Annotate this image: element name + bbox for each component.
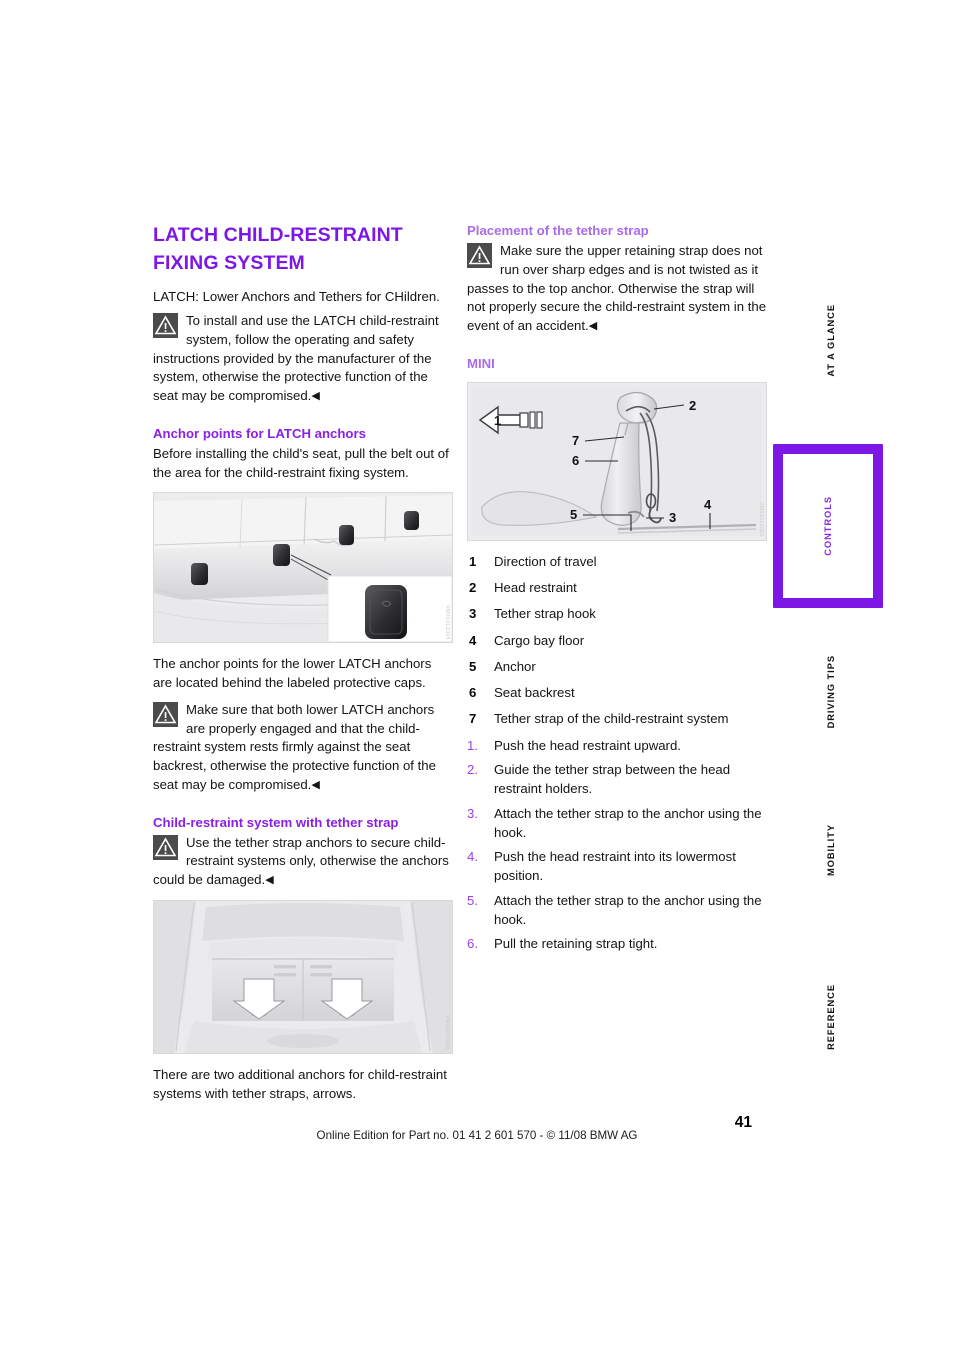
figure-mini-tether-strap: 1 2 7 6 5 3 4 VM01012005 <box>467 381 767 541</box>
figure-rear-seat-anchors: VM01012005 <box>153 492 453 644</box>
heading-tether-strap-system: Child-restraint system with tether strap <box>153 814 399 830</box>
legend-number: 5 <box>469 658 477 674</box>
figure-legend-list: 1 Direction of travel 2 Head restraint 3 Te… <box>467 553 767 729</box>
figure-credit: VM01012005 <box>444 604 450 640</box>
nav-tab-label: MOBILITY <box>826 823 836 876</box>
warning-install-latch-text: To install and use the LATCH child-restr… <box>153 313 439 404</box>
step-text: Attach the tether strap to the anchor us… <box>494 805 762 840</box>
page-number: 41 <box>734 1114 752 1131</box>
nav-tab-label: AT A GLANCE <box>826 303 836 377</box>
nav-tab-label: CONTROLS <box>823 496 833 556</box>
list-item: 1. Push the head restraint upward. <box>467 737 767 756</box>
legend-label: Seat backrest <box>494 685 575 701</box>
legend-label: Head restraint <box>494 580 577 596</box>
heading-anchor-points: Anchor points for LATCH anchors <box>153 425 366 441</box>
step-number: 4. <box>467 849 478 865</box>
list-item: 3. Attach the tether strap to the anchor … <box>467 805 767 842</box>
step-text: Push the head restraint upward. <box>494 737 681 753</box>
heading-placement-tether-strap: Placement of the tether strap <box>467 223 649 238</box>
figure-credit: VM01012005 <box>758 502 764 537</box>
legend-label: Anchor <box>494 658 536 674</box>
warning-upper-retaining-strap-text: Make sure the upper retaining strap does… <box>467 243 767 334</box>
step-text: Attach the tether strap to the anchor us… <box>494 892 762 927</box>
figure-credit: VM01012005 <box>444 1015 450 1050</box>
svg-text:5: 5 <box>570 507 577 522</box>
footer-edition-text: Online Edition for Part no. 01 41 2 601 … <box>316 1129 638 1142</box>
legend-number: 3 <box>469 606 477 622</box>
legend-number: 2 <box>469 580 477 596</box>
step-text: Guide the tether strap between the head … <box>494 762 731 797</box>
list-item: 6. Pull the retaining strap tight. <box>467 935 767 954</box>
intro-paragraph: LATCH: Lower Anchors and Tethers for CHi… <box>153 289 440 305</box>
legend-number: 6 <box>469 685 477 701</box>
svg-text:1: 1 <box>494 413 501 428</box>
anchor-points-caption: The anchor points for the lower LATCH an… <box>153 656 432 691</box>
step-number: 6. <box>467 936 478 952</box>
left-column: LATCH CHILD-RESTRAINT FIXING SYSTEM LATC… <box>153 222 453 1111</box>
legend-label: Tether strap of the child-restraint syst… <box>494 711 729 727</box>
warning-tether-anchors-text: Use the tether strap anchors to secure c… <box>153 834 449 888</box>
list-item: 3 Tether strap hook <box>467 605 767 624</box>
warning-triangle-icon <box>467 243 492 269</box>
nav-tab-controls[interactable]: CONTROLS <box>773 444 883 608</box>
list-item: 4. Push the head restraint into its lower… <box>467 848 767 885</box>
list-item: 1 Direction of travel <box>467 553 767 572</box>
step-text: Push the head restraint into its lowermo… <box>494 849 736 884</box>
nav-tab-mobility[interactable]: MOBILITY <box>826 815 836 885</box>
step-number: 5. <box>467 892 478 908</box>
nav-tab-controls-inner: CONTROLS <box>783 454 873 598</box>
list-item: 5 Anchor <box>467 658 767 677</box>
list-item: 7 Tether strap of the child-restraint sys… <box>467 710 767 729</box>
list-item: 4 Cargo bay floor <box>467 632 767 651</box>
svg-text:4: 4 <box>704 497 712 512</box>
page-title: LATCH CHILD-RESTRAINT FIXING SYSTEM <box>153 224 403 274</box>
svg-text:6: 6 <box>572 453 579 468</box>
right-column: Placement of the tether strap Make sure … <box>467 222 767 960</box>
legend-number: 1 <box>469 553 477 569</box>
svg-text:7: 7 <box>572 433 579 448</box>
warning-end-marker: ◀ <box>311 390 320 403</box>
heading-mini: MINI <box>467 355 495 371</box>
warning-end-marker: ◀ <box>588 320 598 333</box>
step-number: 1. <box>467 737 478 753</box>
step-number: 2. <box>467 762 478 778</box>
list-item: 2. Guide the tether strap between the hea… <box>467 761 767 798</box>
step-text: Pull the retaining strap tight. <box>494 936 658 952</box>
warning-install-latch: To install and use the LATCH child-restr… <box>153 312 453 406</box>
svg-text:2: 2 <box>689 398 696 413</box>
warning-lower-anchors-text: Make sure that both lower LATCH anchors … <box>153 701 436 792</box>
legend-label: Tether strap hook <box>494 606 596 622</box>
nav-tab-reference[interactable]: REFERENCE <box>826 980 836 1054</box>
list-item: 6 Seat backrest <box>467 684 767 703</box>
warning-end-marker: ◀ <box>265 874 274 887</box>
step-number: 3. <box>467 805 478 821</box>
warning-lower-anchors: Make sure that both lower LATCH anchors … <box>153 701 453 795</box>
anchor-points-paragraph: Before installing the child's seat, pull… <box>153 445 449 480</box>
warning-triangle-icon <box>153 313 178 339</box>
warning-triangle-icon <box>153 834 178 860</box>
legend-number: 4 <box>469 632 477 648</box>
cargo-bay-caption: There are two additional anchors for chi… <box>153 1066 447 1101</box>
warning-upper-retaining-strap: Make sure the upper retaining strap does… <box>467 242 767 336</box>
manual-page: LATCH CHILD-RESTRAINT FIXING SYSTEM LATC… <box>0 0 954 1350</box>
list-item: 2 Head restraint <box>467 579 767 598</box>
warning-triangle-icon <box>153 701 178 727</box>
warning-end-marker: ◀ <box>311 778 320 791</box>
svg-text:3: 3 <box>669 510 676 525</box>
nav-tab-label: REFERENCE <box>826 984 836 1050</box>
figure-cargo-bay-anchors: VM01012005 <box>153 899 453 1054</box>
nav-tab-label: DRIVING TIPS <box>826 655 836 729</box>
legend-label: Direction of travel <box>494 553 597 569</box>
nav-tab-driving-tips[interactable]: DRIVING TIPS <box>826 650 836 734</box>
warning-tether-anchors: Use the tether strap anchors to secure c… <box>153 834 453 890</box>
procedure-step-list: 1. Push the head restraint upward. 2. Guid… <box>467 737 767 954</box>
legend-label: Cargo bay floor <box>494 632 585 648</box>
list-item: 5. Attach the tether strap to the anchor … <box>467 892 767 929</box>
legend-number: 7 <box>469 711 477 727</box>
nav-tab-at-a-glance[interactable]: AT A GLANCE <box>826 300 836 380</box>
